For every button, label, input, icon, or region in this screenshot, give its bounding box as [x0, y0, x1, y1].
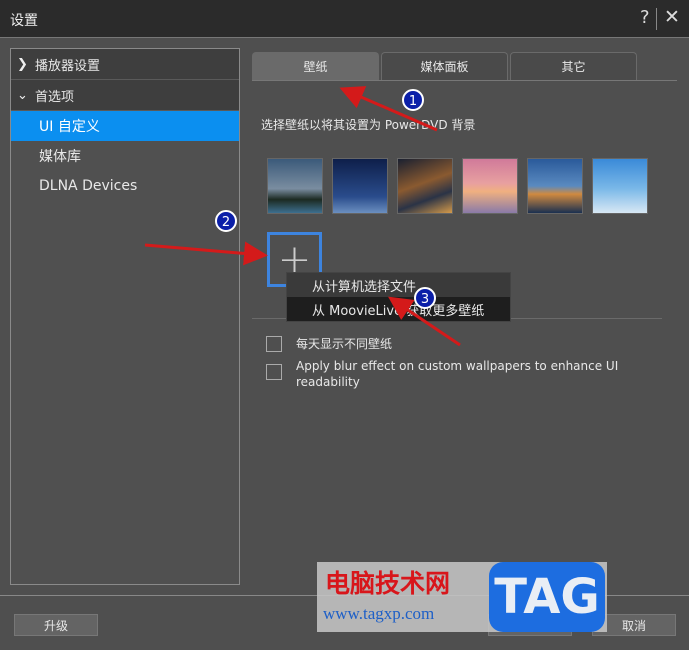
annotation-badge-2: 2 [215, 210, 237, 232]
annotation-badge-1: 1 [402, 89, 424, 111]
arrow-2 [144, 241, 268, 266]
svg-text:1: 1 [409, 94, 417, 109]
svg-text:2: 2 [222, 215, 230, 230]
annotation-badge-3: 3 [414, 287, 436, 309]
svg-text:3: 3 [421, 292, 429, 307]
annotation-layer: 1 2 3 [144, 86, 461, 347]
